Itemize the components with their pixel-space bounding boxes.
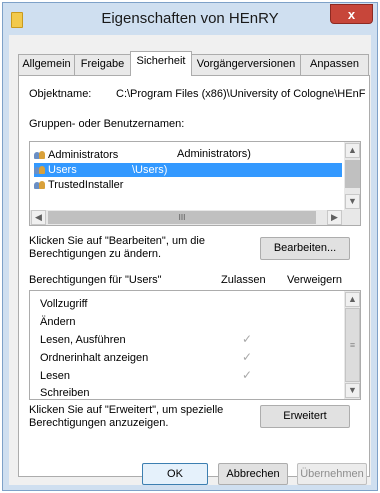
allow-check-icon: ✓ — [242, 368, 253, 382]
permission-row: Vollzugriff — [40, 298, 88, 310]
properties-window: Eigenschaften von HEnRY x Allgemein Frei… — [2, 2, 378, 491]
edit-hint: Klicken Sie auf "Bearbeiten", um die Ber… — [29, 235, 205, 260]
group-detail: Administrators) — [177, 148, 251, 160]
advanced-button[interactable]: Erweitert — [260, 405, 350, 428]
edit-button[interactable]: Bearbeiten... — [260, 237, 350, 260]
tab-anpassen[interactable]: Anpassen — [300, 54, 369, 75]
cancel-button[interactable]: Abbrechen — [218, 463, 288, 485]
object-name-label: Objektname: — [29, 88, 92, 100]
title-bar[interactable]: Eigenschaften von HEnRY x — [3, 3, 377, 35]
close-button[interactable]: x — [330, 4, 373, 24]
tab-allgemein[interactable]: Allgemein — [18, 54, 75, 75]
permission-row: Schreiben — [40, 387, 90, 399]
permissions-label: Berechtigungen für "Users" — [29, 274, 162, 286]
groups-label: Gruppen- oder Benutzernamen: — [29, 118, 185, 130]
tab-sicherheit[interactable]: Sicherheit — [130, 51, 192, 76]
advanced-hint: Klicken Sie auf "Erweitert", um speziell… — [29, 404, 224, 429]
group-detail: \Users) — [132, 164, 168, 176]
horizontal-scroll-thumb[interactable]: III — [48, 211, 316, 224]
permission-row: Lesen, Ausführen — [40, 334, 126, 346]
group-name: Users — [48, 164, 77, 176]
dialog-client: Allgemein Freigabe Sicherheit Vorgängerv… — [9, 35, 371, 485]
deny-column-header: Verweigern — [287, 274, 343, 286]
group-name: TrustedInstaller — [48, 179, 124, 191]
group-name: Administrators — [48, 149, 119, 161]
permission-row: Ändern — [40, 316, 76, 328]
object-name-value: C:\Program Files (x86)\University of Col… — [116, 88, 366, 100]
vertical-scroll-thumb[interactable] — [345, 160, 360, 188]
tab-freigabe[interactable]: Freigabe — [74, 54, 131, 75]
group-row-trustedinstaller[interactable]: TrustedInstaller — [34, 178, 123, 192]
scroll-right-button[interactable]: ▶ — [327, 210, 342, 225]
allow-check-icon: ✓ — [242, 350, 253, 364]
scroll-up-button[interactable]: ▲ — [345, 143, 360, 158]
scroll-down-button[interactable]: ▼ — [345, 383, 360, 398]
security-panel: Objektname: C:\Program Files (x86)\Unive… — [18, 75, 370, 477]
permissions-listbox[interactable]: Vollzugriff Ändern Lesen, Ausführen ✓ Or… — [29, 290, 361, 400]
ok-button[interactable]: OK — [142, 463, 208, 485]
allow-check-icon: ✓ — [242, 332, 253, 346]
user-group-icon — [34, 165, 46, 175]
apply-button[interactable]: Übernehmen — [297, 463, 367, 485]
scroll-down-button[interactable]: ▼ — [345, 194, 360, 209]
group-row-administrators[interactable]: Administrators — [34, 148, 118, 162]
scroll-left-button[interactable]: ◀ — [31, 210, 46, 225]
permission-row: Ordnerinhalt anzeigen — [40, 352, 149, 364]
groups-listbox[interactable]: Administrators Administrators) Users \Us… — [29, 141, 361, 226]
permission-row: Lesen — [40, 370, 70, 382]
user-group-icon — [34, 180, 46, 190]
group-row-users[interactable]: Users \Users) — [34, 163, 342, 177]
window-title: Eigenschaften von HEnRY — [101, 10, 279, 27]
permissions-scroll-thumb[interactable]: ≡ — [345, 308, 360, 382]
allow-column-header: Zulassen — [221, 274, 266, 286]
scroll-up-button[interactable]: ▲ — [345, 292, 360, 307]
user-group-icon — [34, 150, 46, 160]
tab-vorgaengerversionen[interactable]: Vorgängerversionen — [191, 54, 301, 75]
